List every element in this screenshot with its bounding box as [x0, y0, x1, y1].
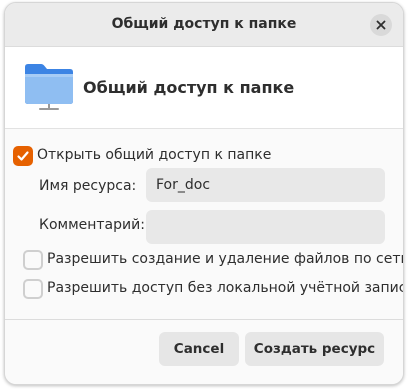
- folder-network-icon: [25, 64, 73, 110]
- titlebar: Общий доступ к папке: [5, 3, 403, 47]
- dialog-footer: Cancel Создать ресурс: [5, 319, 403, 384]
- allow-write-label[interactable]: Разрешить создание и удаление файлов по …: [47, 251, 403, 267]
- window-title: Общий доступ к папке: [111, 16, 297, 32]
- comment-label: Комментарий:: [39, 217, 145, 233]
- share-folder-checkbox[interactable]: [13, 146, 33, 166]
- allow-guest-label[interactable]: Разрешить доступ без локальной учётной з…: [47, 280, 403, 296]
- share-folder-dialog: Общий доступ к папке Общий доступ к папк…: [4, 2, 404, 385]
- checkmark-icon: [17, 151, 29, 161]
- share-name-label: Имя ресурса:: [39, 178, 137, 194]
- share-folder-label[interactable]: Открыть общий доступ к папке: [37, 147, 271, 163]
- dialog-header: Общий доступ к папке: [5, 47, 403, 129]
- comment-input[interactable]: [146, 210, 385, 244]
- share-name-input[interactable]: For_doc: [146, 168, 385, 202]
- cancel-button[interactable]: Cancel: [159, 332, 239, 366]
- close-icon: [376, 20, 386, 30]
- allow-guest-checkbox[interactable]: [23, 279, 43, 299]
- close-button[interactable]: [370, 14, 392, 36]
- allow-write-checkbox[interactable]: [23, 250, 43, 270]
- dialog-heading: Общий доступ к папке: [83, 78, 295, 97]
- create-share-button[interactable]: Создать ресурс: [245, 332, 384, 366]
